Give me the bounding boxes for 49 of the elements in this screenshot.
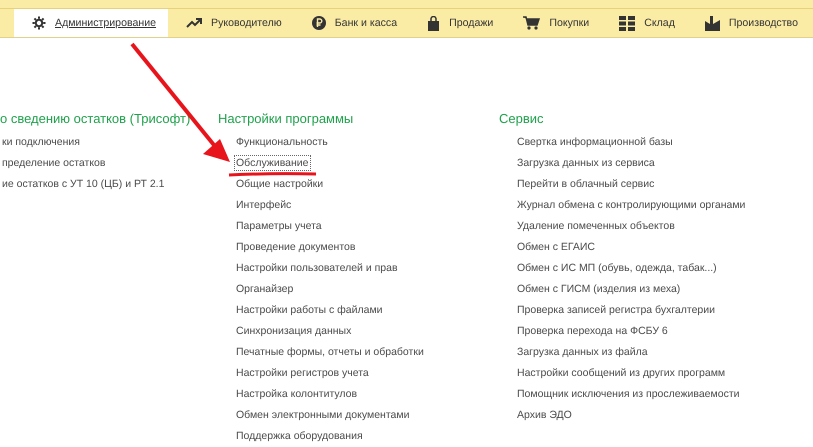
settings-link[interactable]: Настройка колонтитулов (234, 386, 360, 402)
ruble-coin-icon (312, 16, 326, 30)
settings-link[interactable]: Настройки регистров учета (234, 365, 371, 381)
settings-link[interactable]: Интерфейс (234, 197, 294, 213)
settings-link[interactable]: Обмен с ЕГАИС (515, 239, 598, 255)
grid-icon (619, 16, 636, 30)
settings-link[interactable]: ие остатков с УТ 10 (ЦБ) и РТ 2.1 (0, 176, 166, 192)
cart-icon (523, 16, 540, 30)
section-tab[interactable]: Банк и касса (294, 9, 410, 37)
settings-link[interactable]: Синхронизация данных (234, 323, 354, 339)
settings-link[interactable]: Удаление помеченных объектов (515, 218, 677, 234)
settings-link[interactable]: Обмен с ГИСМ (изделия из меха) (515, 281, 682, 297)
settings-link[interactable]: Проверка записей регистра бухгалтерии (515, 302, 718, 318)
group-heading: Настройки программы (218, 111, 354, 126)
section-tab[interactable]: Производство (686, 9, 810, 37)
settings-link[interactable]: Свертка информационной базы (515, 134, 675, 150)
section-tab[interactable]: Склад (601, 9, 687, 37)
settings-link[interactable]: Перейти в облачный сервис (515, 176, 656, 192)
settings-link[interactable]: Загрузка данных из файла (515, 344, 650, 360)
section-tab[interactable]: Руководителю (168, 9, 294, 37)
section-tab[interactable]: Администрирование (14, 9, 168, 37)
settings-link[interactable]: Обслуживание (234, 155, 311, 171)
settings-link[interactable]: Проверка перехода на ФСБУ 6 (515, 323, 670, 339)
settings-link[interactable]: Обмен электронными документами (234, 407, 412, 423)
settings-link[interactable]: Настройки работы с файлами (234, 302, 385, 318)
settings-link[interactable]: Настройки сообщений из других программ (515, 365, 728, 381)
settings-link[interactable]: Загрузка данных из сервиса (515, 155, 657, 171)
settings-link[interactable]: Печатные формы, отчеты и обработки (234, 344, 426, 360)
gear-icon (32, 16, 46, 30)
group-heading: Сервис (499, 111, 544, 126)
settings-link[interactable]: ки подключения (0, 134, 82, 150)
settings-link[interactable]: Журнал обмена с контролирующими органами (515, 197, 748, 213)
settings-link[interactable]: Параметры учета (234, 218, 324, 234)
settings-link[interactable]: Архив ЭДО (515, 407, 574, 423)
settings-link[interactable]: Помощник исключения из прослеживаемости (515, 386, 742, 402)
settings-link[interactable]: Функциональность (234, 134, 330, 150)
settings-link[interactable]: Обмен с ИС МП (обувь, одежда, табак...) (515, 260, 719, 276)
trend-icon (186, 17, 202, 29)
settings-link[interactable]: Проведение документов (234, 239, 358, 255)
section-tab[interactable]: Покупки (505, 9, 602, 37)
factory-icon (704, 16, 720, 30)
settings-link[interactable]: Общие настройки (234, 176, 326, 192)
section-tab[interactable]: Продажи (409, 9, 506, 37)
settings-link[interactable]: Поддержка оборудования (234, 428, 365, 444)
shopping-bag-icon (427, 16, 440, 30)
settings-link[interactable]: Настройки пользователей и прав (234, 260, 400, 276)
settings-link[interactable]: Органайзер (234, 281, 296, 297)
settings-link[interactable]: пределение остатков (0, 155, 108, 171)
group-heading: о сведению остатков (Трисофт) (0, 111, 190, 126)
